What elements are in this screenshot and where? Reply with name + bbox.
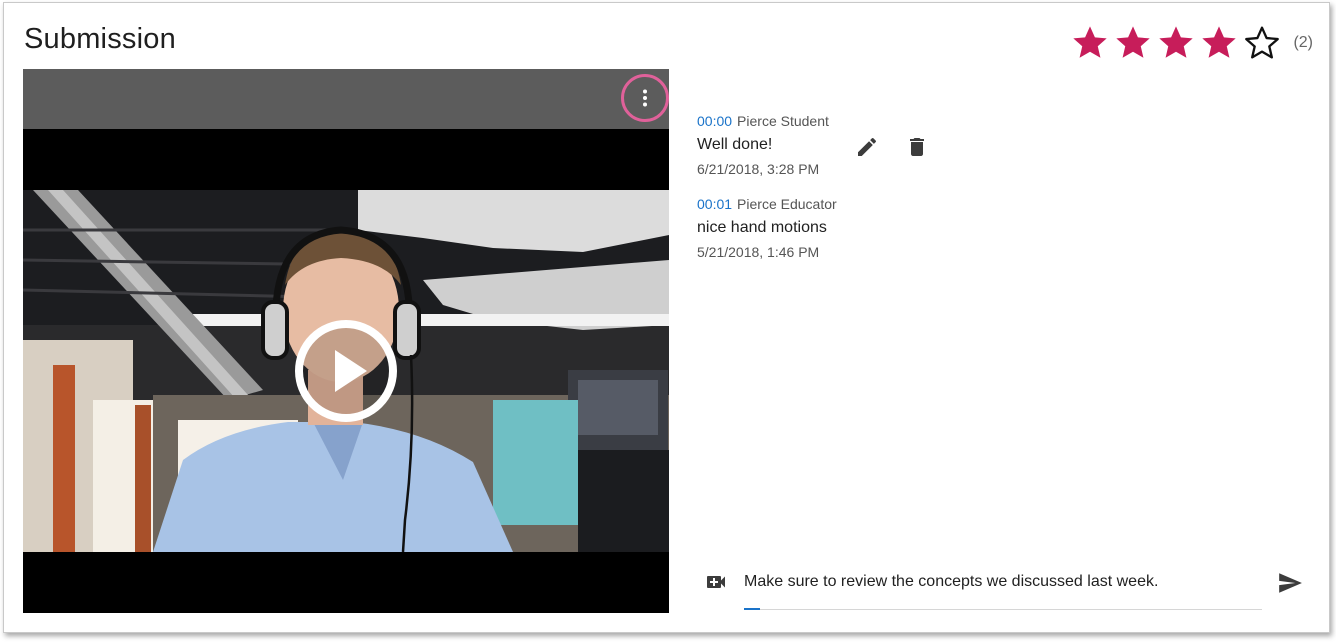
- input-focus-indicator: [744, 608, 760, 610]
- comment-header: 00:01 Pierce Educator: [697, 196, 837, 212]
- video-toolbar: [23, 69, 669, 129]
- comment-author: Pierce Student: [737, 113, 829, 129]
- comment-date: 5/21/2018, 1:46 PM: [697, 244, 820, 260]
- comment-input[interactable]: [744, 569, 1262, 595]
- comment-item: 00:01 Pierce Educator nice hand motions 5…: [697, 196, 837, 260]
- comment-author: Pierce Educator: [737, 196, 837, 212]
- more-vert-icon: [643, 89, 647, 107]
- star-icon[interactable]: [1199, 23, 1239, 63]
- comment-actions: [855, 135, 955, 159]
- play-icon[interactable]: [293, 318, 399, 424]
- comment-timestamp-link[interactable]: 00:01: [697, 196, 732, 212]
- star-outline-icon[interactable]: [1242, 23, 1282, 63]
- comment-date: 6/21/2018, 3:28 PM: [697, 161, 820, 177]
- star-icon[interactable]: [1156, 23, 1196, 63]
- rating-count: (2): [1293, 34, 1313, 51]
- video-menu-button[interactable]: [621, 74, 669, 122]
- input-underline: [744, 609, 1262, 610]
- star-rating[interactable]: (2): [1070, 23, 1313, 63]
- submission-card: Submission (2) 00:00 Pierce Student Well…: [3, 2, 1330, 633]
- comment-list: 00:00 Pierce Student Well done! 6/21/2018…: [697, 113, 924, 279]
- comment-text: Well done!: [697, 136, 773, 153]
- star-icon[interactable]: [1113, 23, 1153, 63]
- edit-icon[interactable]: [855, 135, 879, 159]
- page-title: Submission: [24, 23, 176, 55]
- video-player[interactable]: [23, 69, 669, 613]
- comment-header: 00:00 Pierce Student: [697, 113, 837, 129]
- delete-icon[interactable]: [905, 135, 929, 159]
- video-camera-plus-icon[interactable]: [704, 570, 728, 594]
- send-icon[interactable]: [1277, 570, 1303, 596]
- comment-item: 00:00 Pierce Student Well done! 6/21/2018…: [697, 113, 924, 177]
- comment-text: nice hand motions: [697, 219, 827, 236]
- comment-composer: [704, 569, 1314, 613]
- star-icon[interactable]: [1070, 23, 1110, 63]
- comment-timestamp-link[interactable]: 00:00: [697, 113, 732, 129]
